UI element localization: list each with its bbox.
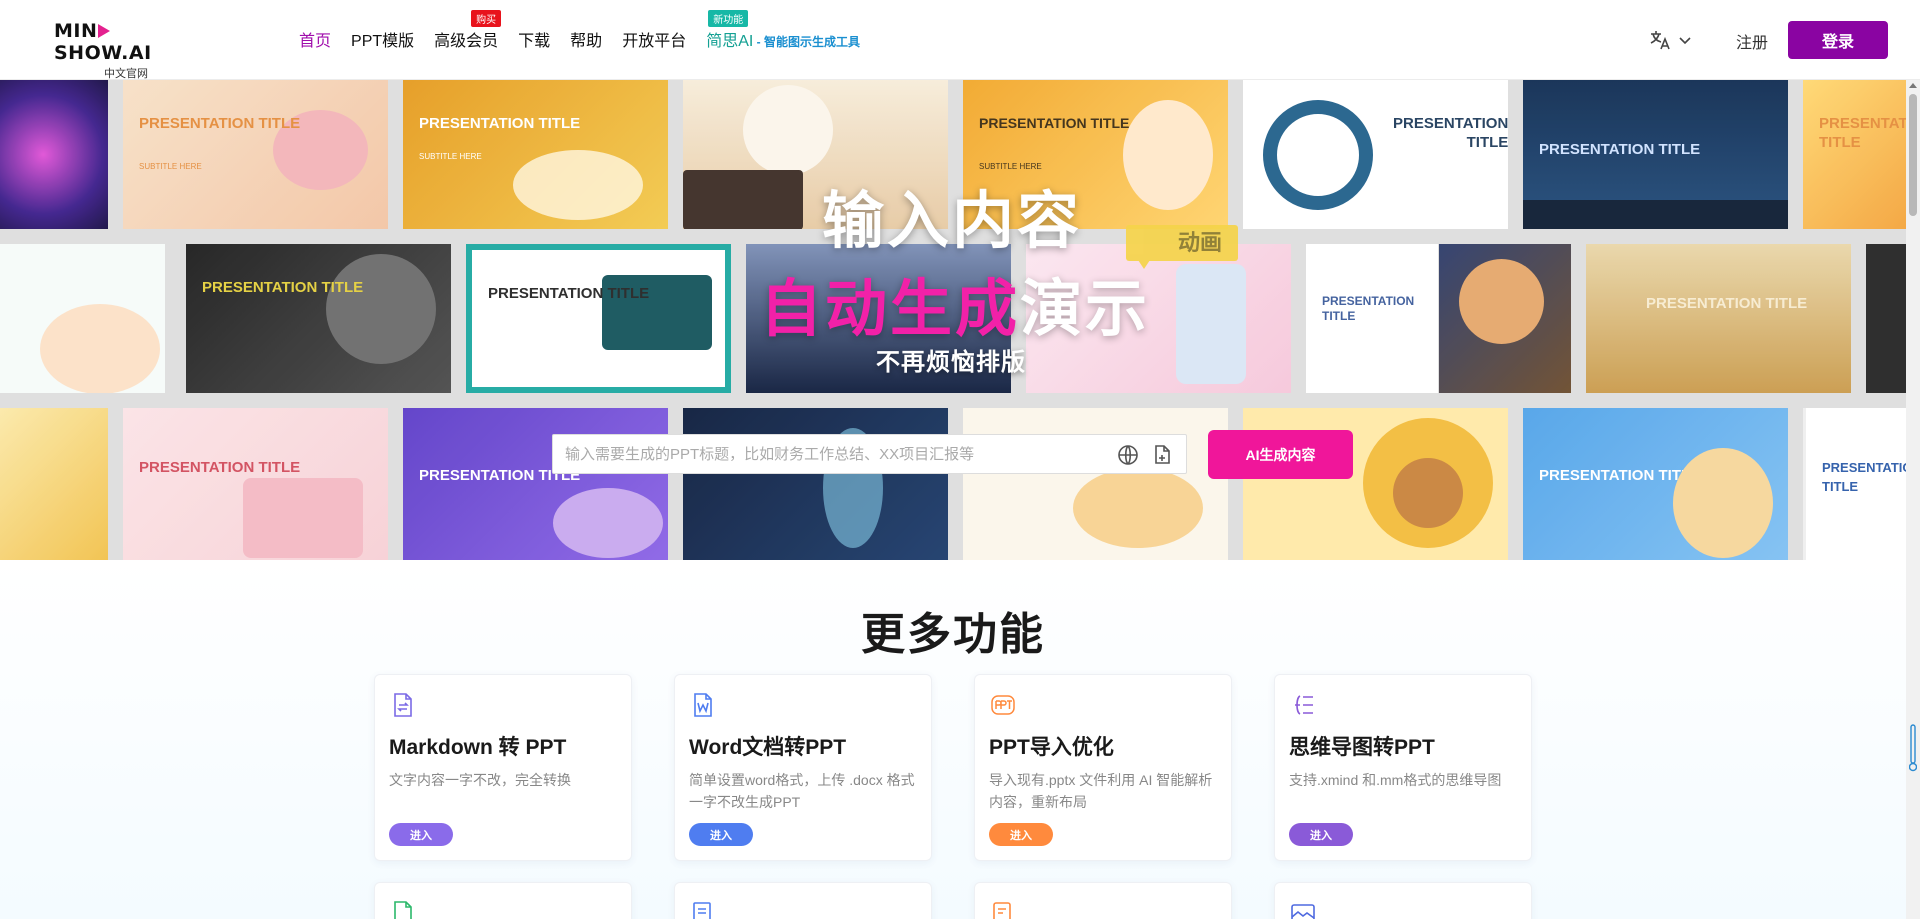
register-link[interactable]: 注册	[1736, 29, 1768, 53]
image-icon	[1291, 904, 1315, 919]
nav-home[interactable]: 首页	[299, 27, 331, 51]
scroll-up-icon[interactable]	[1909, 83, 1917, 88]
nav-open-platform[interactable]: 开放平台	[622, 27, 686, 51]
word-file-icon	[694, 693, 712, 717]
new-feature-badge: 新功能	[708, 10, 749, 27]
chevron-down-icon	[1679, 37, 1691, 45]
enter-button[interactable]: 进入	[1289, 823, 1353, 846]
feature-card[interactable]	[674, 882, 932, 919]
translate-icon	[1650, 31, 1670, 50]
language-selector[interactable]	[1648, 28, 1692, 52]
side-widget-icon[interactable]	[1909, 724, 1917, 772]
more-features-section: 更多功能 Markdown 转 PPT 文字内容一字不改，完全转换 进入 Wor…	[0, 560, 1906, 919]
hero-title-line1: 输入内容	[822, 187, 1083, 256]
feature-card-word[interactable]: Word文档转PPT 简单设置word格式，上传 .docx 格式一字不改生成P…	[674, 674, 932, 861]
logo-subtitle: 中文官网	[104, 68, 148, 80]
nav-download[interactable]: 下载	[518, 27, 550, 51]
nav-premium-member[interactable]: 高级会员 购买	[434, 10, 502, 51]
excel-file-icon	[394, 901, 412, 919]
nav-jiansi-ai[interactable]: 简思AI - 智能图示生成工具 新功能	[706, 10, 860, 51]
ai-generate-button[interactable]: AI生成内容	[1208, 430, 1353, 479]
feature-card-mindmap[interactable]: 思维导图转PPT 支持.xmind 和.mm格式的思维导图 进入	[1274, 674, 1532, 861]
ppt-title-input[interactable]	[565, 435, 1105, 473]
feature-card[interactable]	[374, 882, 632, 919]
globe-icon[interactable]	[1116, 443, 1140, 467]
scrollbar-thumb[interactable]	[1909, 94, 1917, 216]
page-scrollbar[interactable]	[1906, 80, 1920, 919]
ppt-icon	[991, 695, 1015, 715]
top-header: MINSHOW.AI 中文官网 首页 PPT模版 高级会员 购买 下载 帮助 开…	[0, 0, 1920, 80]
feature-card-markdown[interactable]: Markdown 转 PPT 文字内容一字不改，完全转换 进入	[374, 674, 632, 861]
feature-card-ppt-import[interactable]: PPT导入优化 导入现有.pptx 文件利用 AI 智能解析内容，重新布局 进入	[974, 674, 1232, 861]
nav-help[interactable]: 帮助	[570, 27, 602, 51]
hero-subtitle: 不再烦恼排版	[876, 349, 1026, 376]
nav-ppt-templates[interactable]: PPT模版	[351, 27, 414, 51]
document-icon	[693, 902, 711, 919]
features-title: 更多功能	[861, 610, 1045, 659]
mindshow-logo[interactable]: MINSHOW.AI 中文官网	[54, 20, 204, 81]
enter-button[interactable]: 进入	[689, 823, 753, 846]
hero-banner: PRESENTATION TITLE SUBTITLE HERE PRESENT…	[0, 80, 1906, 560]
file-upload-icon[interactable]	[1150, 443, 1174, 467]
hero-title-line2: 自动生成演示	[760, 275, 1151, 344]
login-button[interactable]: 登录	[1788, 21, 1888, 59]
logo-wordmark: MINSHOW.AI	[54, 20, 152, 64]
enter-button[interactable]: 进入	[989, 823, 1053, 846]
edit-note-icon	[993, 902, 1011, 919]
feature-card[interactable]	[974, 882, 1232, 919]
enter-button[interactable]: 进入	[389, 823, 453, 846]
buy-badge: 购买	[471, 10, 502, 27]
logo-triangle-icon	[98, 24, 111, 38]
animation-badge: 动画	[1126, 225, 1238, 269]
markdown-file-icon	[394, 693, 412, 717]
mindmap-icon	[1295, 695, 1313, 715]
feature-card[interactable]	[1274, 882, 1532, 919]
ppt-title-search-box	[552, 434, 1187, 474]
main-nav: 首页 PPT模版 高级会员 购买 下载 帮助 开放平台 简思AI - 智能图示生…	[299, 10, 880, 51]
